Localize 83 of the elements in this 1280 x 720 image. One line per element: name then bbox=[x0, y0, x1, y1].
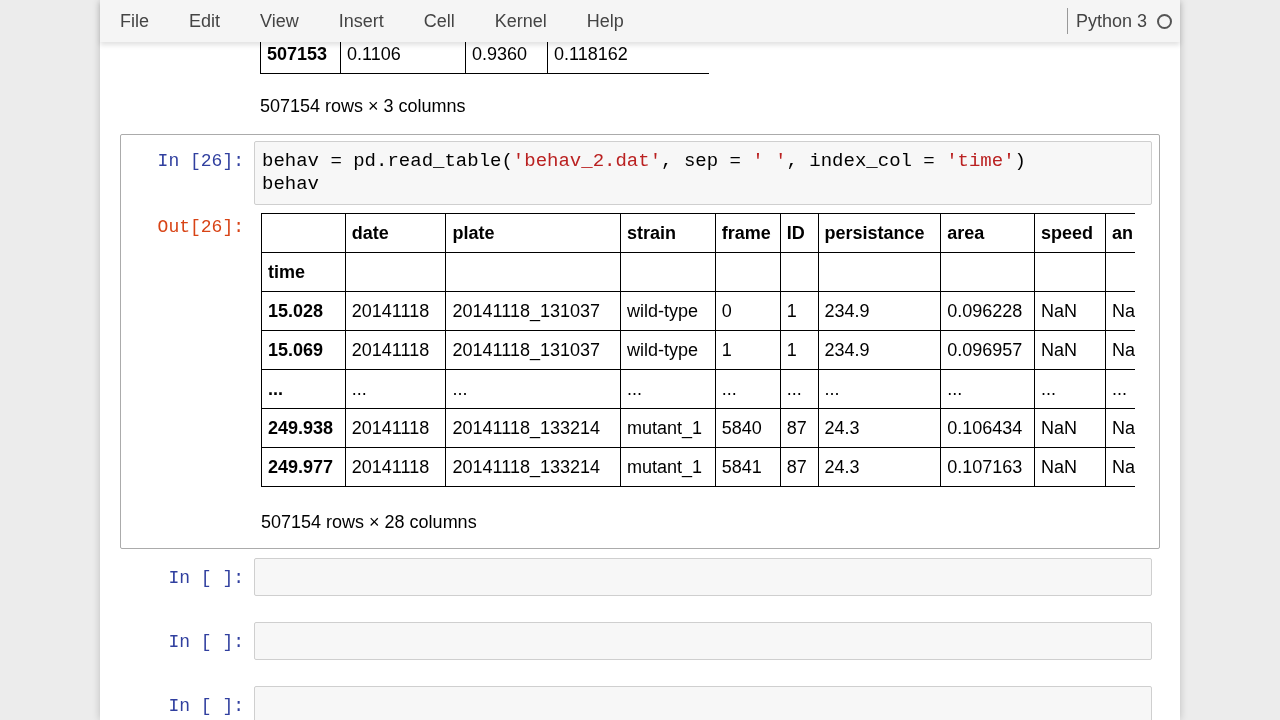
column-header: area bbox=[940, 213, 1035, 253]
table-cell: NaN bbox=[1034, 330, 1106, 370]
table-cell: ... bbox=[715, 369, 781, 409]
column-header: date bbox=[345, 213, 446, 253]
input-prompt: In [26]: bbox=[156, 150, 245, 173]
row-index: 249.977 bbox=[261, 447, 346, 487]
table-cell: 24.3 bbox=[818, 408, 941, 448]
table-cell: ... bbox=[940, 369, 1035, 409]
menu-item[interactable]: Help bbox=[586, 10, 624, 32]
table-header-cell bbox=[715, 252, 781, 292]
table-cell: 1 bbox=[780, 330, 819, 370]
table-cell: mutant_1 bbox=[620, 447, 716, 487]
code-cell[interactable] bbox=[120, 134, 1160, 549]
table-cell: 5840 bbox=[715, 408, 781, 448]
table-cell: wild-type bbox=[620, 330, 716, 370]
table-cell: wild-type bbox=[620, 291, 716, 331]
table-cell: 20141118 bbox=[345, 330, 446, 370]
table-cell: ... bbox=[1034, 369, 1106, 409]
table-cell: 234.9 bbox=[818, 330, 941, 370]
menu-item[interactable]: Edit bbox=[189, 10, 221, 32]
code-cell[interactable]: In [ ]: bbox=[120, 551, 1160, 603]
column-header: persistance bbox=[818, 213, 941, 253]
table-cell: ... bbox=[780, 369, 819, 409]
table-header-cell bbox=[1034, 252, 1106, 292]
table-cell: 0 bbox=[715, 291, 781, 331]
menu-item[interactable]: View bbox=[260, 10, 299, 32]
row-index: 15.028 bbox=[261, 291, 346, 331]
column-header: frame bbox=[715, 213, 781, 253]
table-cell: 24.3 bbox=[818, 447, 941, 487]
table-cell: 5841 bbox=[715, 447, 781, 487]
table-header-cell bbox=[780, 252, 819, 292]
menu-item[interactable]: Kernel bbox=[494, 10, 547, 32]
menu-item[interactable]: Cell bbox=[423, 10, 455, 32]
table-cell: 0.106434 bbox=[940, 408, 1035, 448]
code-input[interactable]: behav = pd.read_table('behav_2.dat', sep = ' ', index_col = 'time') behav bbox=[254, 141, 1152, 205]
table-cell: NaN bbox=[1034, 408, 1106, 448]
table-cell: 20141118 bbox=[345, 408, 446, 448]
table-cell: 20141118_131037 bbox=[446, 291, 621, 331]
code-cell[interactable]: In [ ]: bbox=[120, 615, 1160, 667]
table-cell: 234.9 bbox=[818, 291, 941, 331]
column-header: an bbox=[1105, 213, 1135, 253]
menu-item[interactable]: Insert bbox=[338, 10, 384, 32]
table-cell: ... bbox=[446, 369, 621, 409]
table-cell: ... bbox=[818, 369, 941, 409]
table-cell: ... bbox=[345, 369, 446, 409]
table-cell: 0.096957 bbox=[940, 330, 1035, 370]
column-header: ID bbox=[780, 213, 819, 253]
table-cell: NaN bbox=[1034, 447, 1106, 487]
table-cell: 87 bbox=[780, 447, 819, 487]
table-cell: 20141118 bbox=[345, 447, 446, 487]
input-prompt: In [ ]: bbox=[167, 567, 245, 590]
table-cell: 0.096228 bbox=[940, 291, 1035, 331]
table-cell: 20141118_131037 bbox=[446, 330, 621, 370]
code-input[interactable] bbox=[254, 622, 1152, 660]
column-header: plate bbox=[446, 213, 621, 253]
table-cell: NaN bbox=[1034, 291, 1106, 331]
column-header: strain bbox=[620, 213, 716, 253]
table-cell: 0.107163 bbox=[940, 447, 1035, 487]
table-cell: 20141118_133214 bbox=[446, 447, 621, 487]
table-cell: mutant_1 bbox=[620, 408, 716, 448]
code-input[interactable] bbox=[254, 686, 1152, 720]
code-cell[interactable]: In [ ]: bbox=[120, 679, 1160, 720]
table-summary: 507154 rows × 28 columns bbox=[261, 511, 478, 534]
table-cell: 20141118_133214 bbox=[446, 408, 621, 448]
row-index: 15.069 bbox=[261, 330, 346, 370]
index-name: time bbox=[261, 252, 346, 292]
table-cell: 1 bbox=[715, 330, 781, 370]
input-prompt: In [ ]: bbox=[167, 631, 245, 654]
table-summary: 507154 rows × 3 columns bbox=[260, 95, 467, 118]
table-cell: ... bbox=[620, 369, 716, 409]
table-cell: 87 bbox=[780, 408, 819, 448]
input-prompt: In [ ]: bbox=[167, 695, 245, 718]
row-index: ... bbox=[261, 369, 346, 409]
table-cell: 1 bbox=[780, 291, 819, 331]
output-prompt: Out[26]: bbox=[156, 216, 245, 239]
code-line: behav bbox=[262, 173, 320, 196]
row-index: 249.938 bbox=[261, 408, 346, 448]
kernel-name: Python 3 bbox=[1075, 10, 1147, 32]
table-cell: 20141118 bbox=[345, 291, 446, 331]
menu-item[interactable]: File bbox=[120, 10, 149, 32]
code-input[interactable] bbox=[254, 558, 1152, 596]
column-header: speed bbox=[1034, 213, 1106, 253]
code-line: behav = pd.read_table('behav_2.dat', sep = ' ', index_col = 'time') bbox=[262, 150, 1027, 173]
